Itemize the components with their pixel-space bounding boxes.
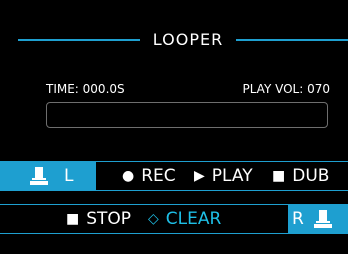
stop-icon: ■: [66, 211, 80, 227]
looper-header: LOOPER: [0, 28, 348, 52]
clear-button[interactable]: ◇ CLEAR: [148, 205, 221, 234]
left-pedal-button[interactable]: L: [0, 162, 96, 190]
header-line-right: [236, 39, 348, 41]
header-line-left: [18, 39, 140, 41]
play-label: PLAY: [211, 166, 253, 186]
right-pedal-label: R: [292, 209, 304, 229]
stop-button[interactable]: ■ STOP: [66, 205, 131, 234]
clear-label: CLEAR: [165, 209, 222, 229]
info-row: TIME: 000.0S PLAY VOL: 070: [46, 82, 330, 96]
stop-label: STOP: [86, 209, 132, 229]
rec-button[interactable]: ● REC: [122, 162, 176, 191]
loop-progress-bar: [46, 102, 328, 128]
footswitch-icon: [314, 210, 332, 228]
square-icon: ■: [272, 168, 286, 184]
time-readout: TIME: 000.0S: [46, 82, 125, 96]
play-icon: ▶: [194, 168, 205, 184]
footswitch-icon: [30, 167, 48, 185]
left-pedal-label: L: [64, 166, 74, 186]
rec-label: REC: [141, 166, 176, 186]
play-volume-readout: PLAY VOL: 070: [242, 82, 330, 96]
right-pedal-button[interactable]: R: [288, 205, 348, 233]
pedal-row-left: L ● REC ▶ PLAY ■ DUB: [0, 161, 348, 191]
page-title: LOOPER: [152, 30, 224, 49]
diamond-icon: ◇: [148, 211, 159, 227]
play-button[interactable]: ▶ PLAY: [194, 162, 253, 191]
dub-button[interactable]: ■ DUB: [272, 162, 329, 191]
pedal-row-right: ■ STOP ◇ CLEAR R: [0, 204, 348, 234]
record-icon: ●: [122, 168, 135, 184]
dub-label: DUB: [292, 166, 330, 186]
